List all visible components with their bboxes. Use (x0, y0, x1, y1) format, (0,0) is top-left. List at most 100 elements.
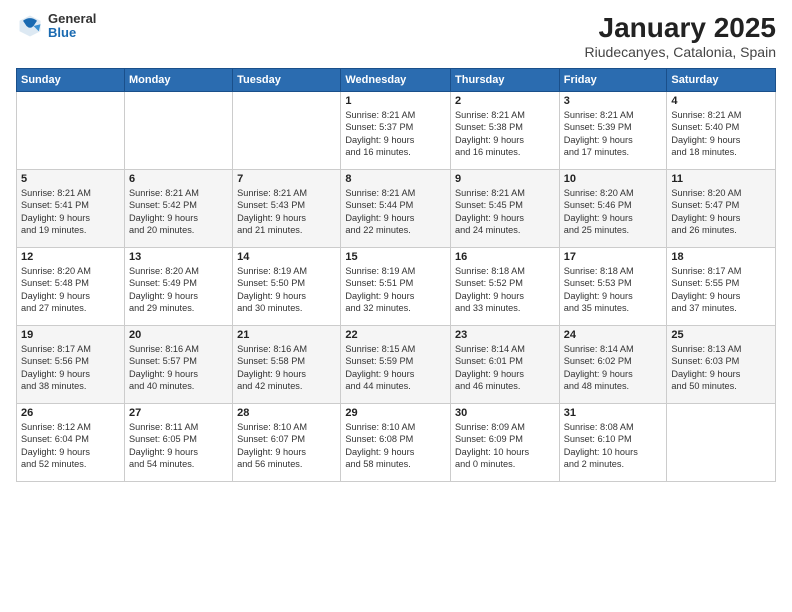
day-info: Sunrise: 8:10 AM Sunset: 6:07 PM Dayligh… (237, 421, 336, 471)
table-row: 26Sunrise: 8:12 AM Sunset: 6:04 PM Dayli… (17, 404, 125, 482)
day-info: Sunrise: 8:19 AM Sunset: 5:50 PM Dayligh… (237, 265, 336, 315)
weekday-tuesday: Tuesday (233, 69, 341, 92)
day-info: Sunrise: 8:21 AM Sunset: 5:41 PM Dayligh… (21, 187, 120, 237)
day-info: Sunrise: 8:18 AM Sunset: 5:52 PM Dayligh… (455, 265, 555, 315)
table-row: 13 Sunrise: 8:20 AM Sunset: 5:49 PM Dayli… (124, 248, 232, 326)
day-info: Sunrise: 8:17 AM Sunset: 5:56 PM Dayligh… (21, 343, 120, 393)
day-info: Sunrise: 8:21 AM Sunset: 5:37 PM Dayligh… (345, 109, 446, 159)
day-number: 23 (455, 329, 555, 341)
logo-icon (16, 12, 44, 40)
day-number: 22 (345, 329, 446, 341)
table-row: 29Sunrise: 8:10 AM Sunset: 6:08 PM Dayli… (341, 404, 451, 482)
day-number: 2 (455, 95, 555, 107)
day-number: 6 (129, 173, 228, 185)
day-info: Sunrise: 8:21 AM Sunset: 5:45 PM Dayligh… (455, 187, 555, 237)
day-number: 30 (455, 407, 555, 419)
day-number: 11 (671, 173, 771, 185)
day-info: Sunrise: 8:12 AM Sunset: 6:04 PM Dayligh… (21, 421, 120, 471)
day-number: 25 (671, 329, 771, 341)
table-row: 5 Sunrise: 8:21 AM Sunset: 5:41 PM Daylig… (17, 170, 125, 248)
table-row: 23Sunrise: 8:14 AM Sunset: 6:01 PM Dayli… (451, 326, 560, 404)
day-number: 12 (21, 251, 120, 263)
table-row: 16 Sunrise: 8:18 AM Sunset: 5:52 PM Dayli… (451, 248, 560, 326)
day-info: Sunrise: 8:20 AM Sunset: 5:48 PM Dayligh… (21, 265, 120, 315)
table-row (667, 404, 776, 482)
logo-text: General Blue (48, 12, 96, 41)
table-row: 3 Sunrise: 8:21 AM Sunset: 5:39 PM Daylig… (559, 92, 667, 170)
table-row: 1Sunrise: 8:21 AM Sunset: 5:37 PM Daylig… (341, 92, 451, 170)
day-info: Sunrise: 8:21 AM Sunset: 5:40 PM Dayligh… (671, 109, 771, 159)
table-row: 21 Sunrise: 8:16 AM Sunset: 5:58 PM Dayli… (233, 326, 341, 404)
table-row: 27 Sunrise: 8:11 AM Sunset: 6:05 PM Dayli… (124, 404, 232, 482)
table-row: 18Sunrise: 8:17 AM Sunset: 5:55 PM Dayli… (667, 248, 776, 326)
table-row: 10Sunrise: 8:20 AM Sunset: 5:46 PM Dayli… (559, 170, 667, 248)
day-info: Sunrise: 8:15 AM Sunset: 5:59 PM Dayligh… (345, 343, 446, 393)
table-row: 22 Sunrise: 8:15 AM Sunset: 5:59 PM Dayli… (341, 326, 451, 404)
day-info: Sunrise: 8:21 AM Sunset: 5:43 PM Dayligh… (237, 187, 336, 237)
day-number: 14 (237, 251, 336, 263)
day-number: 18 (671, 251, 771, 263)
day-number: 7 (237, 173, 336, 185)
day-number: 9 (455, 173, 555, 185)
day-info: Sunrise: 8:10 AM Sunset: 6:08 PM Dayligh… (345, 421, 446, 471)
day-info: Sunrise: 8:16 AM Sunset: 5:57 PM Dayligh… (129, 343, 228, 393)
table-row: 6 Sunrise: 8:21 AM Sunset: 5:42 PM Daylig… (124, 170, 232, 248)
weekday-sunday: Sunday (17, 69, 125, 92)
day-info: Sunrise: 8:18 AM Sunset: 5:53 PM Dayligh… (564, 265, 663, 315)
table-row (124, 92, 232, 170)
day-number: 8 (345, 173, 446, 185)
day-number: 16 (455, 251, 555, 263)
day-info: Sunrise: 8:08 AM Sunset: 6:10 PM Dayligh… (564, 421, 663, 471)
day-number: 28 (237, 407, 336, 419)
day-number: 13 (129, 251, 228, 263)
title-block: January 2025 Riudecanyes, Catalonia, Spa… (585, 12, 776, 60)
day-number: 17 (564, 251, 663, 263)
day-info: Sunrise: 8:16 AM Sunset: 5:58 PM Dayligh… (237, 343, 336, 393)
day-number: 15 (345, 251, 446, 263)
logo-general: General (48, 12, 96, 26)
table-row: 15 Sunrise: 8:19 AM Sunset: 5:51 PM Dayli… (341, 248, 451, 326)
table-row: 25 Sunrise: 8:13 AM Sunset: 6:03 PM Dayli… (667, 326, 776, 404)
table-row (17, 92, 125, 170)
day-info: Sunrise: 8:20 AM Sunset: 5:49 PM Dayligh… (129, 265, 228, 315)
calendar-table: Sunday Monday Tuesday Wednesday Thursday… (16, 68, 776, 482)
calendar-title: January 2025 (585, 12, 776, 44)
day-info: Sunrise: 8:09 AM Sunset: 6:09 PM Dayligh… (455, 421, 555, 471)
table-row: 9 Sunrise: 8:21 AM Sunset: 5:45 PM Daylig… (451, 170, 560, 248)
day-info: Sunrise: 8:19 AM Sunset: 5:51 PM Dayligh… (345, 265, 446, 315)
day-info: Sunrise: 8:14 AM Sunset: 6:02 PM Dayligh… (564, 343, 663, 393)
calendar-body: 1Sunrise: 8:21 AM Sunset: 5:37 PM Daylig… (17, 92, 776, 482)
day-number: 3 (564, 95, 663, 107)
table-row: 28 Sunrise: 8:10 AM Sunset: 6:07 PM Dayli… (233, 404, 341, 482)
table-row: 8 Sunrise: 8:21 AM Sunset: 5:44 PM Daylig… (341, 170, 451, 248)
table-row: 17 Sunrise: 8:18 AM Sunset: 5:53 PM Dayli… (559, 248, 667, 326)
day-number: 4 (671, 95, 771, 107)
table-row: 4 Sunrise: 8:21 AM Sunset: 5:40 PM Daylig… (667, 92, 776, 170)
day-info: Sunrise: 8:21 AM Sunset: 5:42 PM Dayligh… (129, 187, 228, 237)
calendar-header: Sunday Monday Tuesday Wednesday Thursday… (17, 69, 776, 92)
day-number: 27 (129, 407, 228, 419)
table-row: 14 Sunrise: 8:19 AM Sunset: 5:50 PM Dayli… (233, 248, 341, 326)
weekday-thursday: Thursday (451, 69, 560, 92)
day-info: Sunrise: 8:20 AM Sunset: 5:47 PM Dayligh… (671, 187, 771, 237)
day-number: 21 (237, 329, 336, 341)
table-row: 24Sunrise: 8:14 AM Sunset: 6:02 PM Dayli… (559, 326, 667, 404)
table-row (233, 92, 341, 170)
table-row: 20 Sunrise: 8:16 AM Sunset: 5:57 PM Dayli… (124, 326, 232, 404)
weekday-friday: Friday (559, 69, 667, 92)
weekday-wednesday: Wednesday (341, 69, 451, 92)
day-number: 20 (129, 329, 228, 341)
logo: General Blue (16, 12, 96, 41)
table-row: 12 Sunrise: 8:20 AM Sunset: 5:48 PM Dayli… (17, 248, 125, 326)
table-row: 11 Sunrise: 8:20 AM Sunset: 5:47 PM Dayli… (667, 170, 776, 248)
table-row: 2Sunrise: 8:21 AM Sunset: 5:38 PM Daylig… (451, 92, 560, 170)
logo-blue: Blue (48, 26, 96, 40)
table-row: 31Sunrise: 8:08 AM Sunset: 6:10 PM Dayli… (559, 404, 667, 482)
table-row: 19Sunrise: 8:17 AM Sunset: 5:56 PM Dayli… (17, 326, 125, 404)
day-number: 5 (21, 173, 120, 185)
day-info: Sunrise: 8:11 AM Sunset: 6:05 PM Dayligh… (129, 421, 228, 471)
day-info: Sunrise: 8:13 AM Sunset: 6:03 PM Dayligh… (671, 343, 771, 393)
table-row: 7 Sunrise: 8:21 AM Sunset: 5:43 PM Daylig… (233, 170, 341, 248)
day-info: Sunrise: 8:21 AM Sunset: 5:39 PM Dayligh… (564, 109, 663, 159)
day-info: Sunrise: 8:21 AM Sunset: 5:44 PM Dayligh… (345, 187, 446, 237)
